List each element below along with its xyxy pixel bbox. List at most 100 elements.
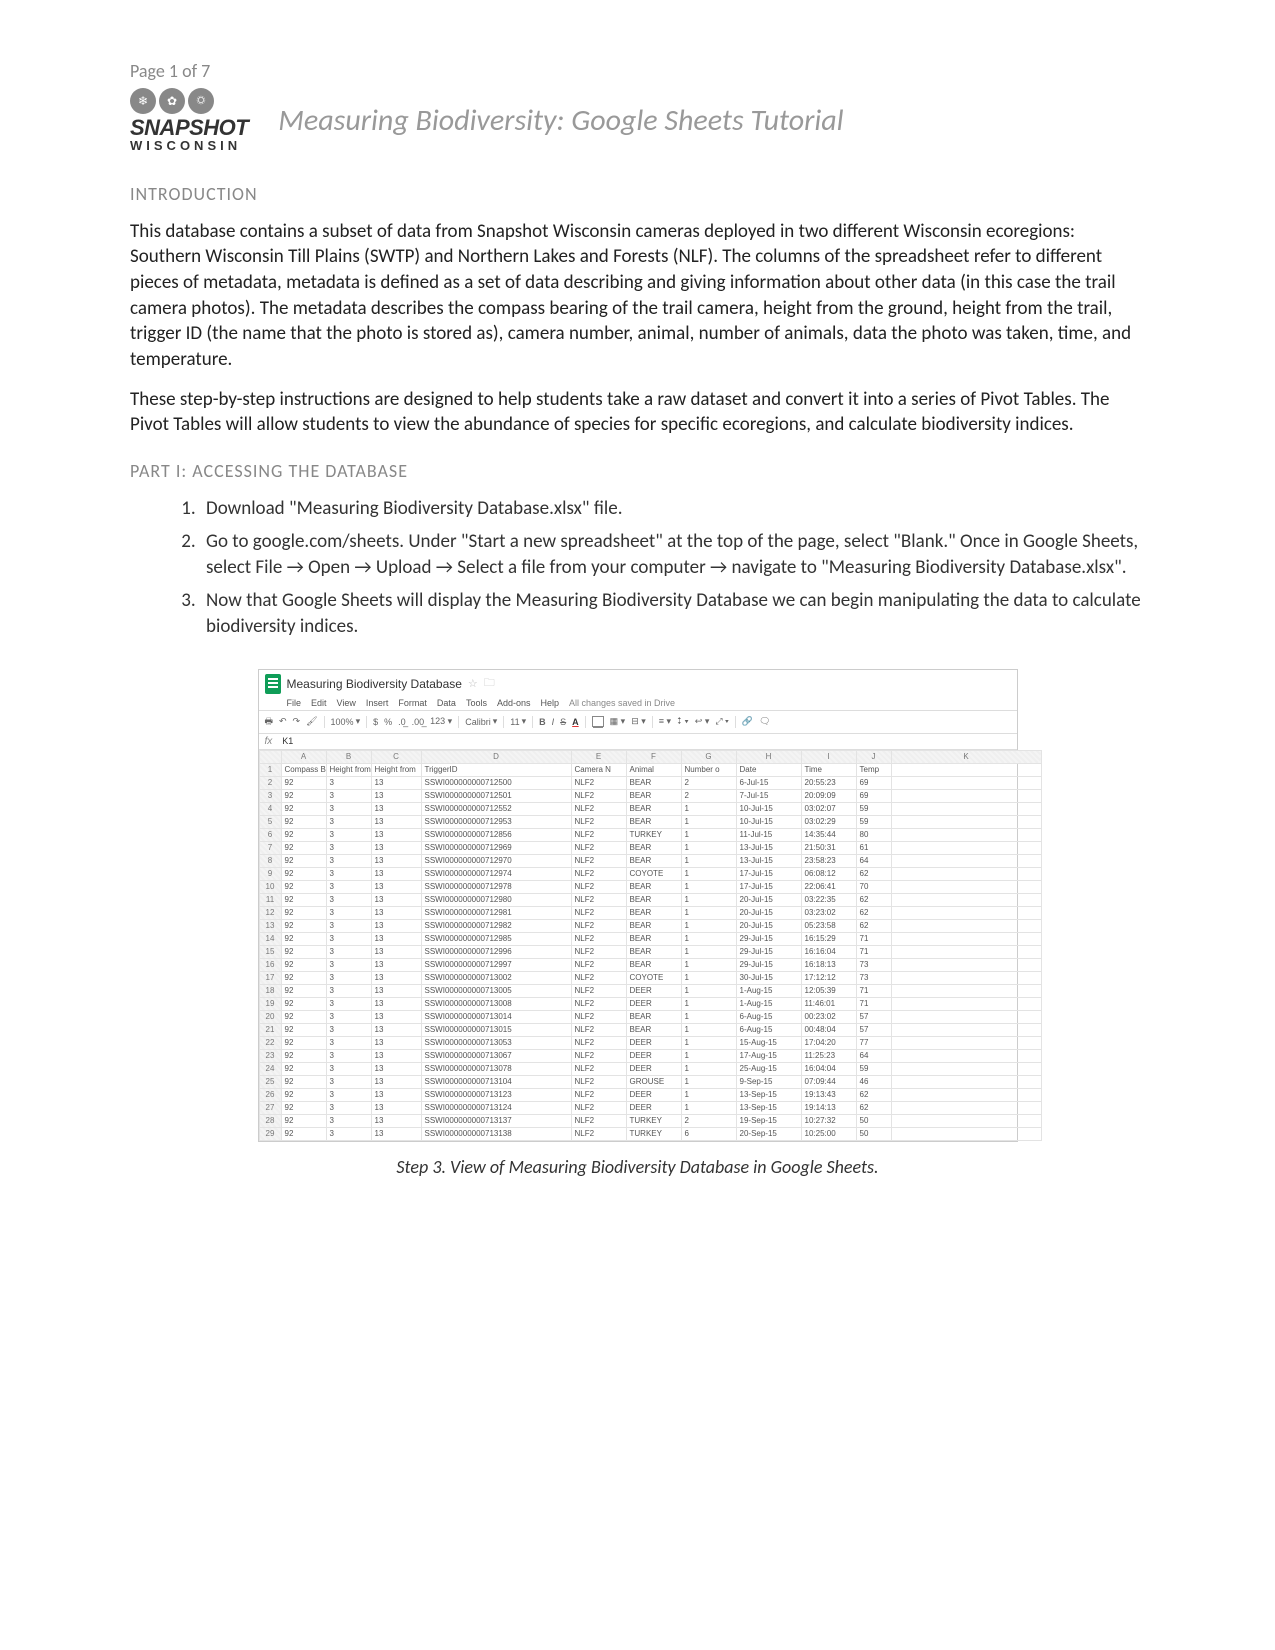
data-cell[interactable]: SSWI000000000713123 xyxy=(421,1088,571,1101)
data-cell[interactable]: 1 xyxy=(681,1036,736,1049)
data-cell[interactable]: NLF2 xyxy=(571,932,626,945)
col-i[interactable]: I xyxy=(801,750,856,763)
data-cell[interactable]: SSWI000000000712996 xyxy=(421,945,571,958)
data-cell[interactable]: DEER xyxy=(626,984,681,997)
data-cell[interactable]: 07:09:44 xyxy=(801,1075,856,1088)
data-cell[interactable]: SSWI000000000713138 xyxy=(421,1127,571,1140)
data-cell[interactable]: 13 xyxy=(371,867,421,880)
data-cell[interactable]: NLF2 xyxy=(571,1062,626,1075)
data-cell[interactable]: 69 xyxy=(856,776,891,789)
data-cell[interactable]: 3 xyxy=(326,906,371,919)
data-cell[interactable]: SSWI000000000712982 xyxy=(421,919,571,932)
data-cell[interactable]: 3 xyxy=(326,815,371,828)
data-cell[interactable] xyxy=(891,1088,1041,1101)
data-cell[interactable]: SSWI000000000712981 xyxy=(421,906,571,919)
font-size-dropdown[interactable]: 11 ▾ xyxy=(510,716,526,727)
data-cell[interactable]: SSWI000000000712856 xyxy=(421,828,571,841)
data-cell[interactable]: 71 xyxy=(856,984,891,997)
data-cell[interactable]: 1 xyxy=(681,1023,736,1036)
data-cell[interactable]: 13 xyxy=(371,1101,421,1114)
data-cell[interactable]: 16:18:13 xyxy=(801,958,856,971)
data-cell[interactable]: 92 xyxy=(281,776,326,789)
data-cell[interactable]: 64 xyxy=(856,854,891,867)
header-cell[interactable]: Animal xyxy=(626,763,681,776)
data-cell[interactable]: 03:23:02 xyxy=(801,906,856,919)
menu-file[interactable]: File xyxy=(287,698,302,708)
data-cell[interactable]: SSWI000000000713124 xyxy=(421,1101,571,1114)
col-c[interactable]: C xyxy=(371,750,421,763)
italic-button[interactable]: I xyxy=(552,717,555,727)
header-cell[interactable]: Height from xyxy=(371,763,421,776)
data-cell[interactable]: BEAR xyxy=(626,841,681,854)
data-cell[interactable]: 92 xyxy=(281,971,326,984)
header-cell[interactable]: Time xyxy=(801,763,856,776)
data-cell[interactable]: SSWI000000000712552 xyxy=(421,802,571,815)
data-cell[interactable]: 92 xyxy=(281,906,326,919)
data-cell[interactable] xyxy=(891,1062,1041,1075)
data-cell[interactable]: 23:58:23 xyxy=(801,854,856,867)
data-cell[interactable]: 13 xyxy=(371,1023,421,1036)
menu-edit[interactable]: Edit xyxy=(311,698,327,708)
data-cell[interactable] xyxy=(891,906,1041,919)
data-cell[interactable]: 62 xyxy=(856,1088,891,1101)
data-cell[interactable]: 3 xyxy=(326,867,371,880)
data-cell[interactable]: SSWI000000000713002 xyxy=(421,971,571,984)
data-cell[interactable]: 92 xyxy=(281,1114,326,1127)
data-cell[interactable]: SSWI000000000712978 xyxy=(421,880,571,893)
data-cell[interactable]: 92 xyxy=(281,1075,326,1088)
rotate-button[interactable]: ⤢ ▾ xyxy=(715,716,728,727)
data-cell[interactable]: 20-Jul-15 xyxy=(736,919,801,932)
data-cell[interactable]: 17:04:20 xyxy=(801,1036,856,1049)
wrap-button[interactable]: ↩ ▾ xyxy=(695,716,710,727)
data-cell[interactable]: 13 xyxy=(371,1075,421,1088)
data-cell[interactable]: 29-Jul-15 xyxy=(736,945,801,958)
data-cell[interactable]: 3 xyxy=(326,997,371,1010)
data-cell[interactable]: BEAR xyxy=(626,776,681,789)
header-cell[interactable] xyxy=(891,763,1041,776)
data-cell[interactable]: BEAR xyxy=(626,880,681,893)
data-cell[interactable]: 13 xyxy=(371,893,421,906)
data-cell[interactable]: 1 xyxy=(681,1088,736,1101)
data-cell[interactable]: 13 xyxy=(371,1127,421,1140)
data-cell[interactable]: BEAR xyxy=(626,789,681,802)
data-cell[interactable]: NLF2 xyxy=(571,815,626,828)
data-cell[interactable] xyxy=(891,984,1041,997)
row-number[interactable]: 29 xyxy=(259,1127,281,1140)
col-h[interactable]: H xyxy=(736,750,801,763)
data-cell[interactable]: 11:46:01 xyxy=(801,997,856,1010)
data-cell[interactable]: 12:05:39 xyxy=(801,984,856,997)
data-cell[interactable]: 59 xyxy=(856,815,891,828)
data-cell[interactable]: 17:12:12 xyxy=(801,971,856,984)
data-cell[interactable]: 1 xyxy=(681,958,736,971)
row-number[interactable]: 4 xyxy=(259,802,281,815)
row-number[interactable]: 9 xyxy=(259,867,281,880)
data-cell[interactable]: SSWI000000000712985 xyxy=(421,932,571,945)
data-cell[interactable]: 1 xyxy=(681,1049,736,1062)
data-cell[interactable]: 00:23:02 xyxy=(801,1010,856,1023)
data-cell[interactable]: 3 xyxy=(326,1127,371,1140)
print-icon[interactable]: 🖶 xyxy=(265,714,274,730)
data-cell[interactable]: 3 xyxy=(326,932,371,945)
data-cell[interactable]: NLF2 xyxy=(571,971,626,984)
spreadsheet-grid[interactable]: A B C D E F G H I J K 1Compass BHeight f… xyxy=(259,750,1042,1141)
data-cell[interactable]: NLF2 xyxy=(571,1010,626,1023)
data-cell[interactable]: 92 xyxy=(281,1023,326,1036)
data-cell[interactable] xyxy=(891,1114,1041,1127)
header-cell[interactable]: Number o xyxy=(681,763,736,776)
data-cell[interactable]: 73 xyxy=(856,958,891,971)
data-cell[interactable]: 92 xyxy=(281,828,326,841)
data-cell[interactable]: 3 xyxy=(326,880,371,893)
data-cell[interactable]: SSWI000000000713008 xyxy=(421,997,571,1010)
data-cell[interactable]: 3 xyxy=(326,1036,371,1049)
data-cell[interactable]: 3 xyxy=(326,1088,371,1101)
data-cell[interactable]: 92 xyxy=(281,945,326,958)
col-g[interactable]: G xyxy=(681,750,736,763)
data-cell[interactable]: 3 xyxy=(326,841,371,854)
data-cell[interactable]: 92 xyxy=(281,919,326,932)
data-cell[interactable] xyxy=(891,932,1041,945)
data-cell[interactable]: 92 xyxy=(281,841,326,854)
row-number[interactable]: 20 xyxy=(259,1010,281,1023)
data-cell[interactable]: 25-Aug-15 xyxy=(736,1062,801,1075)
data-cell[interactable]: 92 xyxy=(281,984,326,997)
data-cell[interactable]: 62 xyxy=(856,867,891,880)
